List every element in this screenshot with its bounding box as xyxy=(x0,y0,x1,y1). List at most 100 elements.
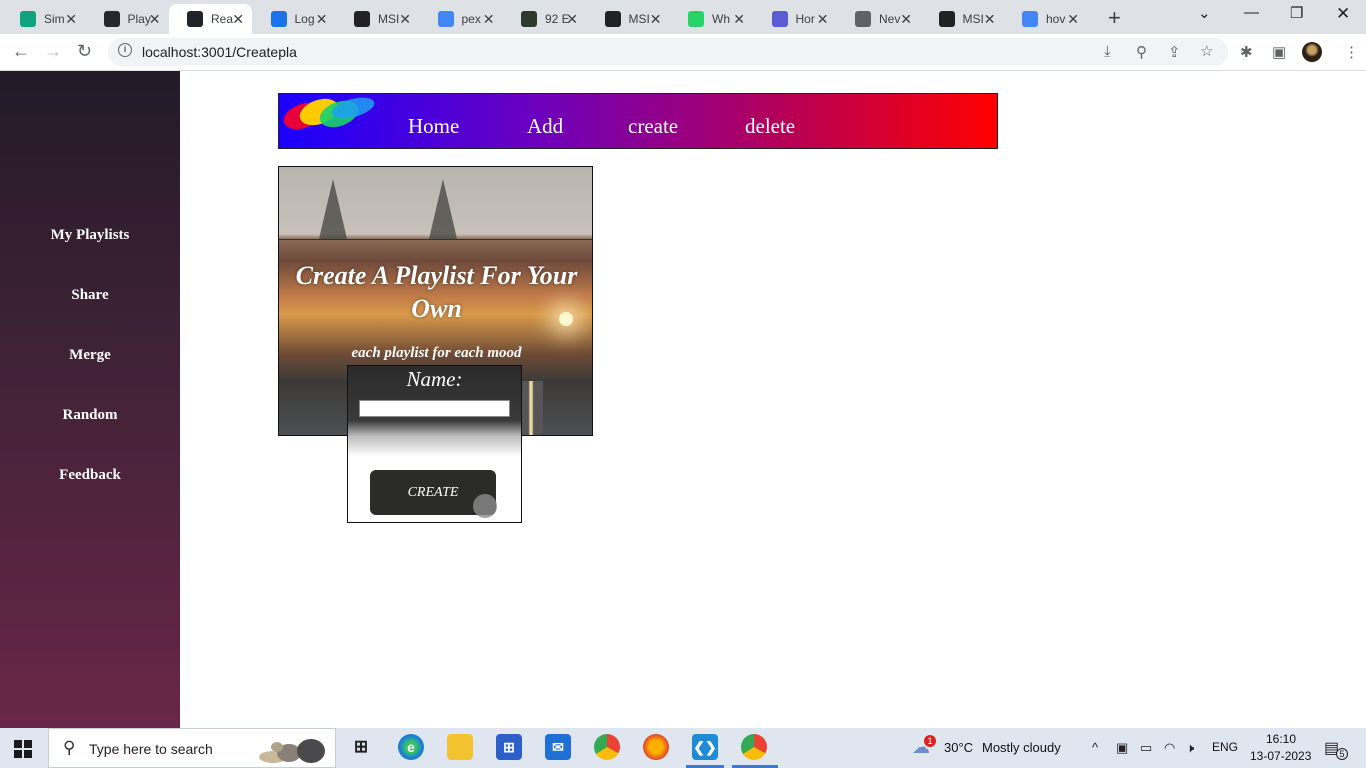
share-icon[interactable]: ⇪ xyxy=(1168,43,1181,61)
nav-link-add[interactable]: Add xyxy=(527,114,563,139)
hero-title: Create A Playlist For Your Own xyxy=(295,261,578,323)
msft-icon xyxy=(938,11,955,27)
minimize-button[interactable]: — xyxy=(1244,4,1259,21)
browser-tab[interactable]: MSI ✕ xyxy=(336,4,419,34)
sidebar-item-merge[interactable]: Merge xyxy=(0,347,180,364)
browser-tab[interactable]: Play ✕ xyxy=(86,4,169,34)
image-divider xyxy=(279,239,592,240)
search-placeholder: Type here to search xyxy=(89,741,213,757)
browser-toolbar: ← → ↻ i localhost:3001/Createpla ⤓ ⚲ ⇪ ☆… xyxy=(0,34,1366,71)
browser-tab[interactable]: Log ✕ xyxy=(253,4,336,34)
browser-tab[interactable]: MSI ✕ xyxy=(587,4,670,34)
close-tab-icon[interactable]: ✕ xyxy=(650,11,662,28)
browser-menu-icon[interactable]: ⋮ xyxy=(1344,43,1359,61)
sidebar-item-my-playlists[interactable]: My Playlists xyxy=(0,227,180,244)
forward-icon[interactable]: → xyxy=(44,41,62,62)
close-tab-icon[interactable]: ✕ xyxy=(733,11,745,28)
sidebar-item-random[interactable]: Random xyxy=(0,407,180,424)
browser-tab[interactable]: hov ✕ xyxy=(1004,4,1087,34)
edge-icon[interactable]: e xyxy=(398,734,424,760)
close-tab-icon[interactable]: ✕ xyxy=(817,11,829,28)
notification-count: 5 xyxy=(1336,748,1348,760)
browser-tab[interactable]: MSI ✕ xyxy=(921,4,1004,34)
clock-date[interactable]: 13-07-2023 xyxy=(1250,749,1311,763)
task-view-icon[interactable]: ⊞ xyxy=(348,734,374,760)
mail-icon[interactable]: ✉ xyxy=(545,734,571,760)
close-tab-icon[interactable]: ✕ xyxy=(232,11,244,28)
profile-avatar[interactable] xyxy=(1302,42,1322,62)
chrome-icon[interactable] xyxy=(594,734,620,760)
close-window-button[interactable]: ✕ xyxy=(1336,4,1350,24)
close-tab-icon[interactable]: ✕ xyxy=(984,11,996,28)
playlist-name-input[interactable] xyxy=(359,400,510,417)
new-tab-button[interactable]: + xyxy=(1108,5,1121,31)
extensions-icon[interactable]: ✱ xyxy=(1240,43,1253,61)
close-tab-icon[interactable]: ✕ xyxy=(316,11,328,28)
back-icon[interactable]: ← xyxy=(12,41,30,62)
top-navbar: Home Add create delete xyxy=(278,93,998,149)
url-text[interactable]: localhost:3001/Createpla xyxy=(142,44,297,60)
chrome-active-icon[interactable] xyxy=(741,734,767,760)
nav-link-create[interactable]: create xyxy=(628,114,678,139)
close-tab-icon[interactable]: ✕ xyxy=(566,11,578,28)
chatgpt-icon xyxy=(20,11,36,27)
road-decoration xyxy=(519,381,543,435)
meet-now-icon[interactable]: ▣ xyxy=(1116,740,1128,756)
close-tab-icon[interactable]: ✕ xyxy=(1067,11,1079,28)
weather-description[interactable]: Mostly cloudy xyxy=(982,740,1061,755)
windows-taskbar: ⚲ Type here to search ⊞ e ⊞ ✉ ❮❯ ☁ 1 30°… xyxy=(0,728,1366,768)
reload-icon[interactable]: ↻ xyxy=(77,41,92,62)
install-app-icon[interactable]: ⤓ xyxy=(1104,43,1111,60)
taskbar-search[interactable]: ⚲ Type here to search xyxy=(48,728,336,768)
msft-icon xyxy=(604,11,621,27)
sidebar-item-feedback[interactable]: Feedback xyxy=(0,467,180,484)
address-bar[interactable]: i localhost:3001/Createpla ⤓ ⚲ ⇪ ☆ xyxy=(108,38,1228,66)
search-icon: ⚲ xyxy=(63,738,76,757)
zoom-icon[interactable]: ⚲ xyxy=(1136,43,1147,61)
whatsapp-icon xyxy=(688,11,704,27)
tree-decoration xyxy=(429,179,457,239)
browser-tab[interactable]: Rea ✕ xyxy=(169,4,252,34)
app-logo-icon[interactable] xyxy=(281,96,377,136)
browser-tab[interactable]: 92 E ✕ xyxy=(503,4,586,34)
volume-muted-icon[interactable]: 🕨 xyxy=(1186,740,1194,756)
browser-tab[interactable]: Hor ✕ xyxy=(754,4,837,34)
file-explorer-icon[interactable] xyxy=(447,734,473,760)
nav-link-home[interactable]: Home xyxy=(408,114,459,139)
tab-search-icon[interactable]: ⌄ xyxy=(1198,4,1211,22)
close-tab-icon[interactable]: ✕ xyxy=(149,11,161,28)
battery-icon[interactable]: ▭ xyxy=(1140,740,1152,756)
react-icon xyxy=(187,11,203,27)
create-playlist-form: Name: CREATE xyxy=(347,365,522,523)
language-indicator[interactable]: ENG xyxy=(1212,740,1238,754)
side-panel-icon[interactable]: ▣ xyxy=(1272,43,1286,61)
windows-start-icon[interactable] xyxy=(14,740,32,758)
weather-temperature[interactable]: 30°C xyxy=(944,740,973,755)
weather-badge: 1 xyxy=(924,735,936,747)
microsoft-store-icon[interactable]: ⊞ xyxy=(496,734,522,760)
tree-decoration xyxy=(319,179,347,239)
sidebar: My Playlists Share Merge Random Feedback xyxy=(0,71,180,728)
close-tab-icon[interactable]: ✕ xyxy=(65,11,77,28)
nav-link-delete[interactable]: delete xyxy=(745,114,795,139)
restore-button[interactable]: ❐ xyxy=(1290,4,1303,22)
close-tab-icon[interactable]: ✕ xyxy=(483,11,495,28)
sidebar-item-share[interactable]: Share xyxy=(0,287,180,304)
close-tab-icon[interactable]: ✕ xyxy=(900,11,912,28)
browser-tab[interactable]: pex ✕ xyxy=(420,4,503,34)
browser-tab[interactable]: Nev ✕ xyxy=(837,4,920,34)
wifi-icon[interactable]: ◠ xyxy=(1164,740,1175,756)
app-icon xyxy=(270,11,287,27)
firefox-icon[interactable] xyxy=(643,734,669,760)
search-highlight-stones-icon xyxy=(259,739,325,763)
name-label: Name: xyxy=(406,367,463,391)
hero-subtitle: each playlist for each mood xyxy=(351,345,522,361)
site-info-icon[interactable]: i xyxy=(118,43,132,57)
browser-tab[interactable]: Wh ✕ xyxy=(670,4,753,34)
clock-time[interactable]: 16:10 xyxy=(1266,732,1296,746)
browser-tab[interactable]: Sim ✕ xyxy=(2,4,85,34)
show-hidden-icons-chevron-icon[interactable]: ^ xyxy=(1092,740,1098,755)
vscode-icon[interactable]: ❮❯ xyxy=(692,734,718,760)
close-tab-icon[interactable]: ✕ xyxy=(399,11,411,28)
bookmark-star-icon[interactable]: ☆ xyxy=(1200,42,1213,60)
